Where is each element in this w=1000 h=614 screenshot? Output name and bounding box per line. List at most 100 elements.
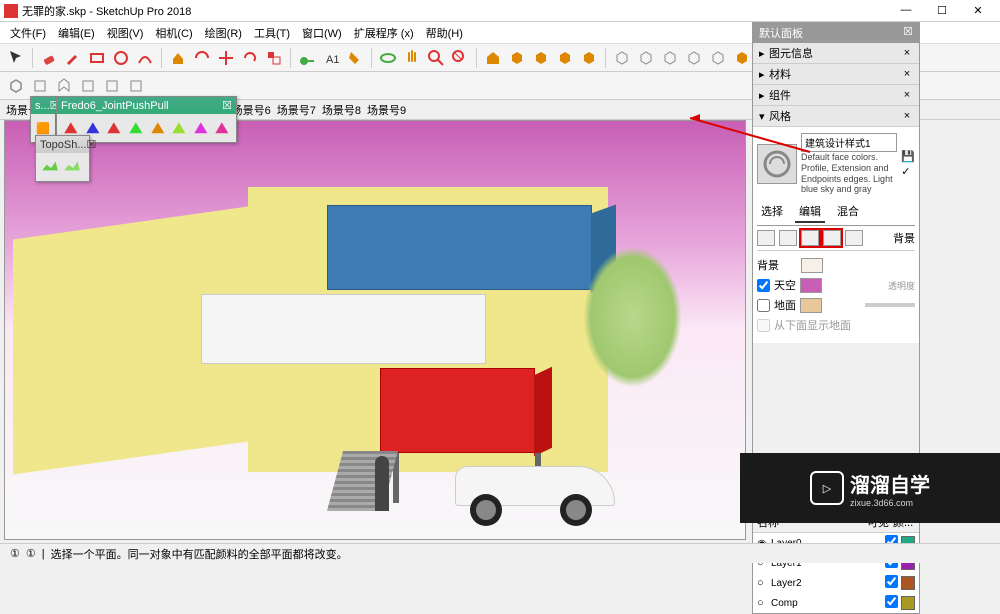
- zoom-extents-icon[interactable]: [450, 48, 470, 68]
- scene-tab[interactable]: 场景号8: [322, 102, 361, 118]
- tab-edit[interactable]: 编辑: [795, 201, 825, 223]
- top-view-icon[interactable]: [30, 76, 50, 96]
- tray-section-components[interactable]: ▸组件×: [753, 85, 919, 106]
- face-mode-button[interactable]: [779, 230, 797, 246]
- sky-checkbox[interactable]: [757, 279, 770, 292]
- right-view-icon[interactable]: [78, 76, 98, 96]
- maximize-button[interactable]: ☐: [932, 4, 952, 17]
- warehouse-icon[interactable]: [483, 48, 503, 68]
- menu-edit[interactable]: 编辑(E): [54, 23, 99, 43]
- background-mode-button[interactable]: [801, 230, 819, 246]
- tray-titlebar[interactable]: 默认面板 ☒: [753, 23, 919, 43]
- jpp-icon[interactable]: [148, 118, 168, 138]
- paint-icon[interactable]: [345, 48, 365, 68]
- layer-color-swatch[interactable]: [901, 596, 915, 610]
- iso-view-icon[interactable]: [6, 76, 26, 96]
- layer-radio[interactable]: ○: [757, 597, 771, 609]
- ground-swatch[interactable]: [800, 298, 822, 313]
- scene-tab[interactable]: 场景号9: [367, 102, 406, 118]
- modeling-mode-button[interactable]: [845, 230, 863, 246]
- jpp-icon[interactable]: [169, 118, 189, 138]
- offset-icon[interactable]: [192, 48, 212, 68]
- menu-window[interactable]: 窗口(W): [298, 23, 346, 43]
- eraser-icon[interactable]: [39, 48, 59, 68]
- box3-icon[interactable]: [579, 48, 599, 68]
- floating-toolbar-toposhaper[interactable]: TopoSh...☒: [35, 135, 90, 182]
- menu-file[interactable]: 文件(F): [6, 23, 50, 43]
- layer-name[interactable]: Layer2: [771, 578, 885, 589]
- menu-tools[interactable]: 工具(T): [250, 23, 294, 43]
- front-view-icon[interactable]: [54, 76, 74, 96]
- topo-icon[interactable]: [62, 157, 82, 177]
- jpp-icon[interactable]: [104, 118, 124, 138]
- sky-swatch[interactable]: [800, 278, 822, 293]
- menu-view[interactable]: 视图(V): [103, 23, 148, 43]
- jpp-icon[interactable]: [191, 118, 211, 138]
- expand-icon[interactable]: ▸: [759, 68, 769, 81]
- scene-tab[interactable]: 场景号6: [232, 102, 271, 118]
- style-action-icon[interactable]: 💾: [901, 150, 915, 163]
- layer-name[interactable]: Comp: [771, 598, 885, 609]
- tape-icon[interactable]: [297, 48, 317, 68]
- rotate-icon[interactable]: [240, 48, 260, 68]
- text-icon[interactable]: A1: [321, 48, 341, 68]
- layer-color-swatch[interactable]: [901, 576, 915, 590]
- topo-icon[interactable]: [40, 157, 60, 177]
- zoom-icon[interactable]: [426, 48, 446, 68]
- style-action-icon[interactable]: ✓: [901, 165, 915, 178]
- opacity-slider[interactable]: [865, 303, 915, 307]
- section-close-icon[interactable]: ×: [901, 89, 913, 101]
- expand-icon[interactable]: ▸: [759, 47, 769, 60]
- pan-icon[interactable]: [402, 48, 422, 68]
- viewport[interactable]: [4, 120, 746, 540]
- layer-row[interactable]: ○Layer2: [753, 573, 919, 593]
- scale-icon[interactable]: [264, 48, 284, 68]
- bg-swatch[interactable]: [801, 258, 823, 273]
- scene-tab[interactable]: 场景号7: [277, 102, 316, 118]
- rectangle-icon[interactable]: [87, 48, 107, 68]
- float-close-icon[interactable]: ☒: [222, 99, 232, 112]
- jpp-icon[interactable]: [212, 118, 232, 138]
- status-icon[interactable]: ①: [26, 547, 36, 560]
- layer-radio[interactable]: ○: [757, 577, 771, 589]
- orbit-icon[interactable]: [378, 48, 398, 68]
- section-close-icon[interactable]: ×: [901, 68, 913, 80]
- pencil-icon[interactable]: [63, 48, 83, 68]
- menu-extensions[interactable]: 扩展程序 (x): [350, 23, 418, 43]
- component-icon[interactable]: [507, 48, 527, 68]
- cube4-icon[interactable]: [684, 48, 704, 68]
- tray-section-materials[interactable]: ▸材料×: [753, 64, 919, 85]
- back-view-icon[interactable]: [102, 76, 122, 96]
- left-view-icon[interactable]: [126, 76, 146, 96]
- box1-icon[interactable]: [531, 48, 551, 68]
- status-icon[interactable]: ①: [10, 547, 20, 560]
- close-button[interactable]: ✕: [968, 4, 988, 17]
- edge-mode-button[interactable]: [757, 230, 775, 246]
- pushpull-icon[interactable]: [168, 48, 188, 68]
- menu-draw[interactable]: 绘图(R): [201, 23, 246, 43]
- section-close-icon[interactable]: ×: [901, 110, 913, 122]
- tab-mix[interactable]: 混合: [833, 201, 863, 223]
- layer-visible-checkbox[interactable]: [885, 595, 898, 608]
- watermark-mode-button[interactable]: [823, 230, 841, 246]
- arc-icon[interactable]: [135, 48, 155, 68]
- layer-row[interactable]: ○Comp: [753, 593, 919, 613]
- cube3-icon[interactable]: [660, 48, 680, 68]
- cube2-icon[interactable]: [636, 48, 656, 68]
- jpp-icon[interactable]: [126, 118, 146, 138]
- cube6-icon[interactable]: [732, 48, 752, 68]
- move-icon[interactable]: [216, 48, 236, 68]
- tray-section-entity[interactable]: ▸图元信息×: [753, 43, 919, 64]
- expand-icon[interactable]: ▸: [759, 89, 769, 102]
- cube1-icon[interactable]: [612, 48, 632, 68]
- tray-close-icon[interactable]: ☒: [903, 25, 913, 41]
- select-tool-icon[interactable]: [6, 48, 26, 68]
- minimize-button[interactable]: —: [896, 4, 916, 17]
- cube5-icon[interactable]: [708, 48, 728, 68]
- box2-icon[interactable]: [555, 48, 575, 68]
- menu-help[interactable]: 帮助(H): [422, 23, 467, 43]
- section-close-icon[interactable]: ×: [901, 47, 913, 59]
- float-close-icon[interactable]: ☒: [86, 138, 96, 151]
- ground-checkbox[interactable]: [757, 299, 770, 312]
- tab-select[interactable]: 选择: [757, 201, 787, 223]
